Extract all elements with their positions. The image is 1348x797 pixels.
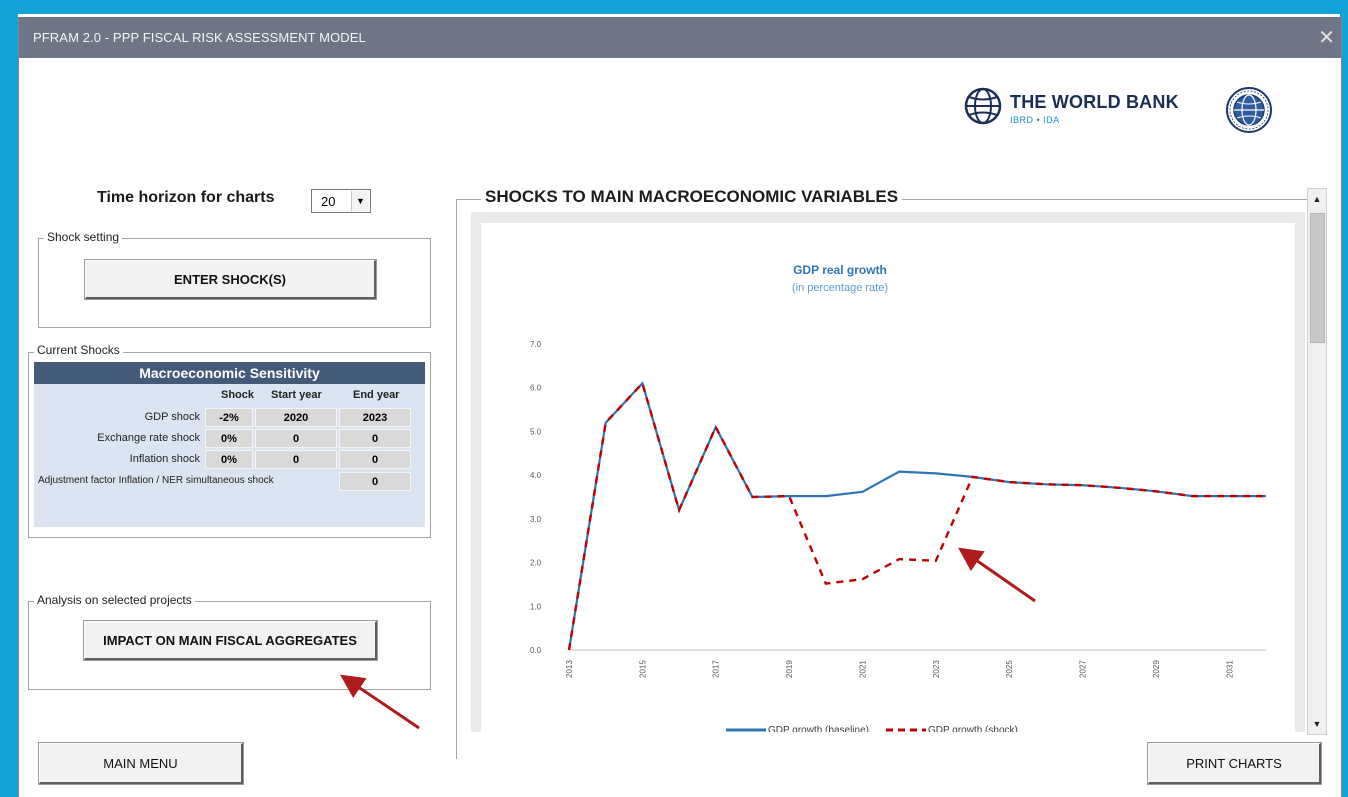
annotation-arrows (340, 547, 1036, 730)
pfram-window: PFRAM 2.0 - PPP FISCAL RISK ASSESSMENT M… (18, 17, 1342, 797)
arrow-to-impact-button (340, 674, 420, 730)
desktop-border-left (0, 14, 18, 797)
desktop-border-top (0, 0, 1348, 14)
arrow-to-shock-curve (958, 547, 1036, 603)
